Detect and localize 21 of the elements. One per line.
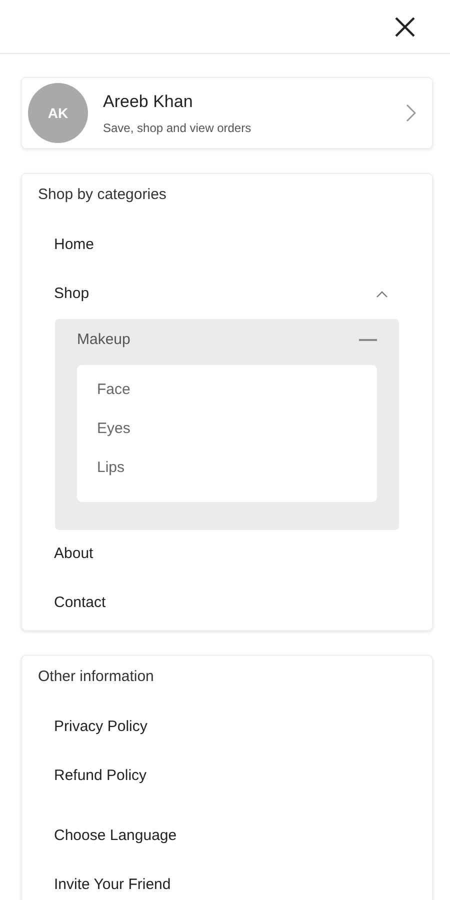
chevron-right-icon	[406, 104, 416, 122]
menu-item[interactable]: Contact	[22, 579, 432, 628]
close-icon	[394, 16, 416, 38]
section-title: Shop by categories	[37, 185, 168, 205]
submenu-item[interactable]: Makeup	[77, 328, 377, 351]
user-name: Areeb Khan	[103, 91, 194, 114]
menu-item[interactable]: Invite Your Friend	[22, 860, 432, 900]
submenu-link[interactable]: Face	[77, 371, 150, 410]
submenu-link[interactable]: Eyes	[77, 410, 150, 449]
menu-item[interactable]: Privacy Policy	[22, 702, 432, 752]
profile-subtitle: Save, shop and view orders	[103, 120, 252, 137]
avatar: AK	[28, 83, 88, 143]
chevron-up-icon	[376, 290, 388, 298]
menu-item[interactable]: Choose Language	[22, 812, 432, 860]
profile-card[interactable]: AK Areeb Khan Save, shop and view orders	[21, 77, 433, 149]
submenu-link[interactable]: Lips	[77, 449, 145, 488]
menu-item[interactable]: Refund Policy	[22, 752, 432, 800]
menu-item[interactable]: Home	[22, 220, 432, 270]
menu-item[interactable]: About	[22, 530, 432, 579]
section-title: Other information	[37, 667, 155, 687]
menu-item[interactable]: Shop	[22, 270, 432, 318]
